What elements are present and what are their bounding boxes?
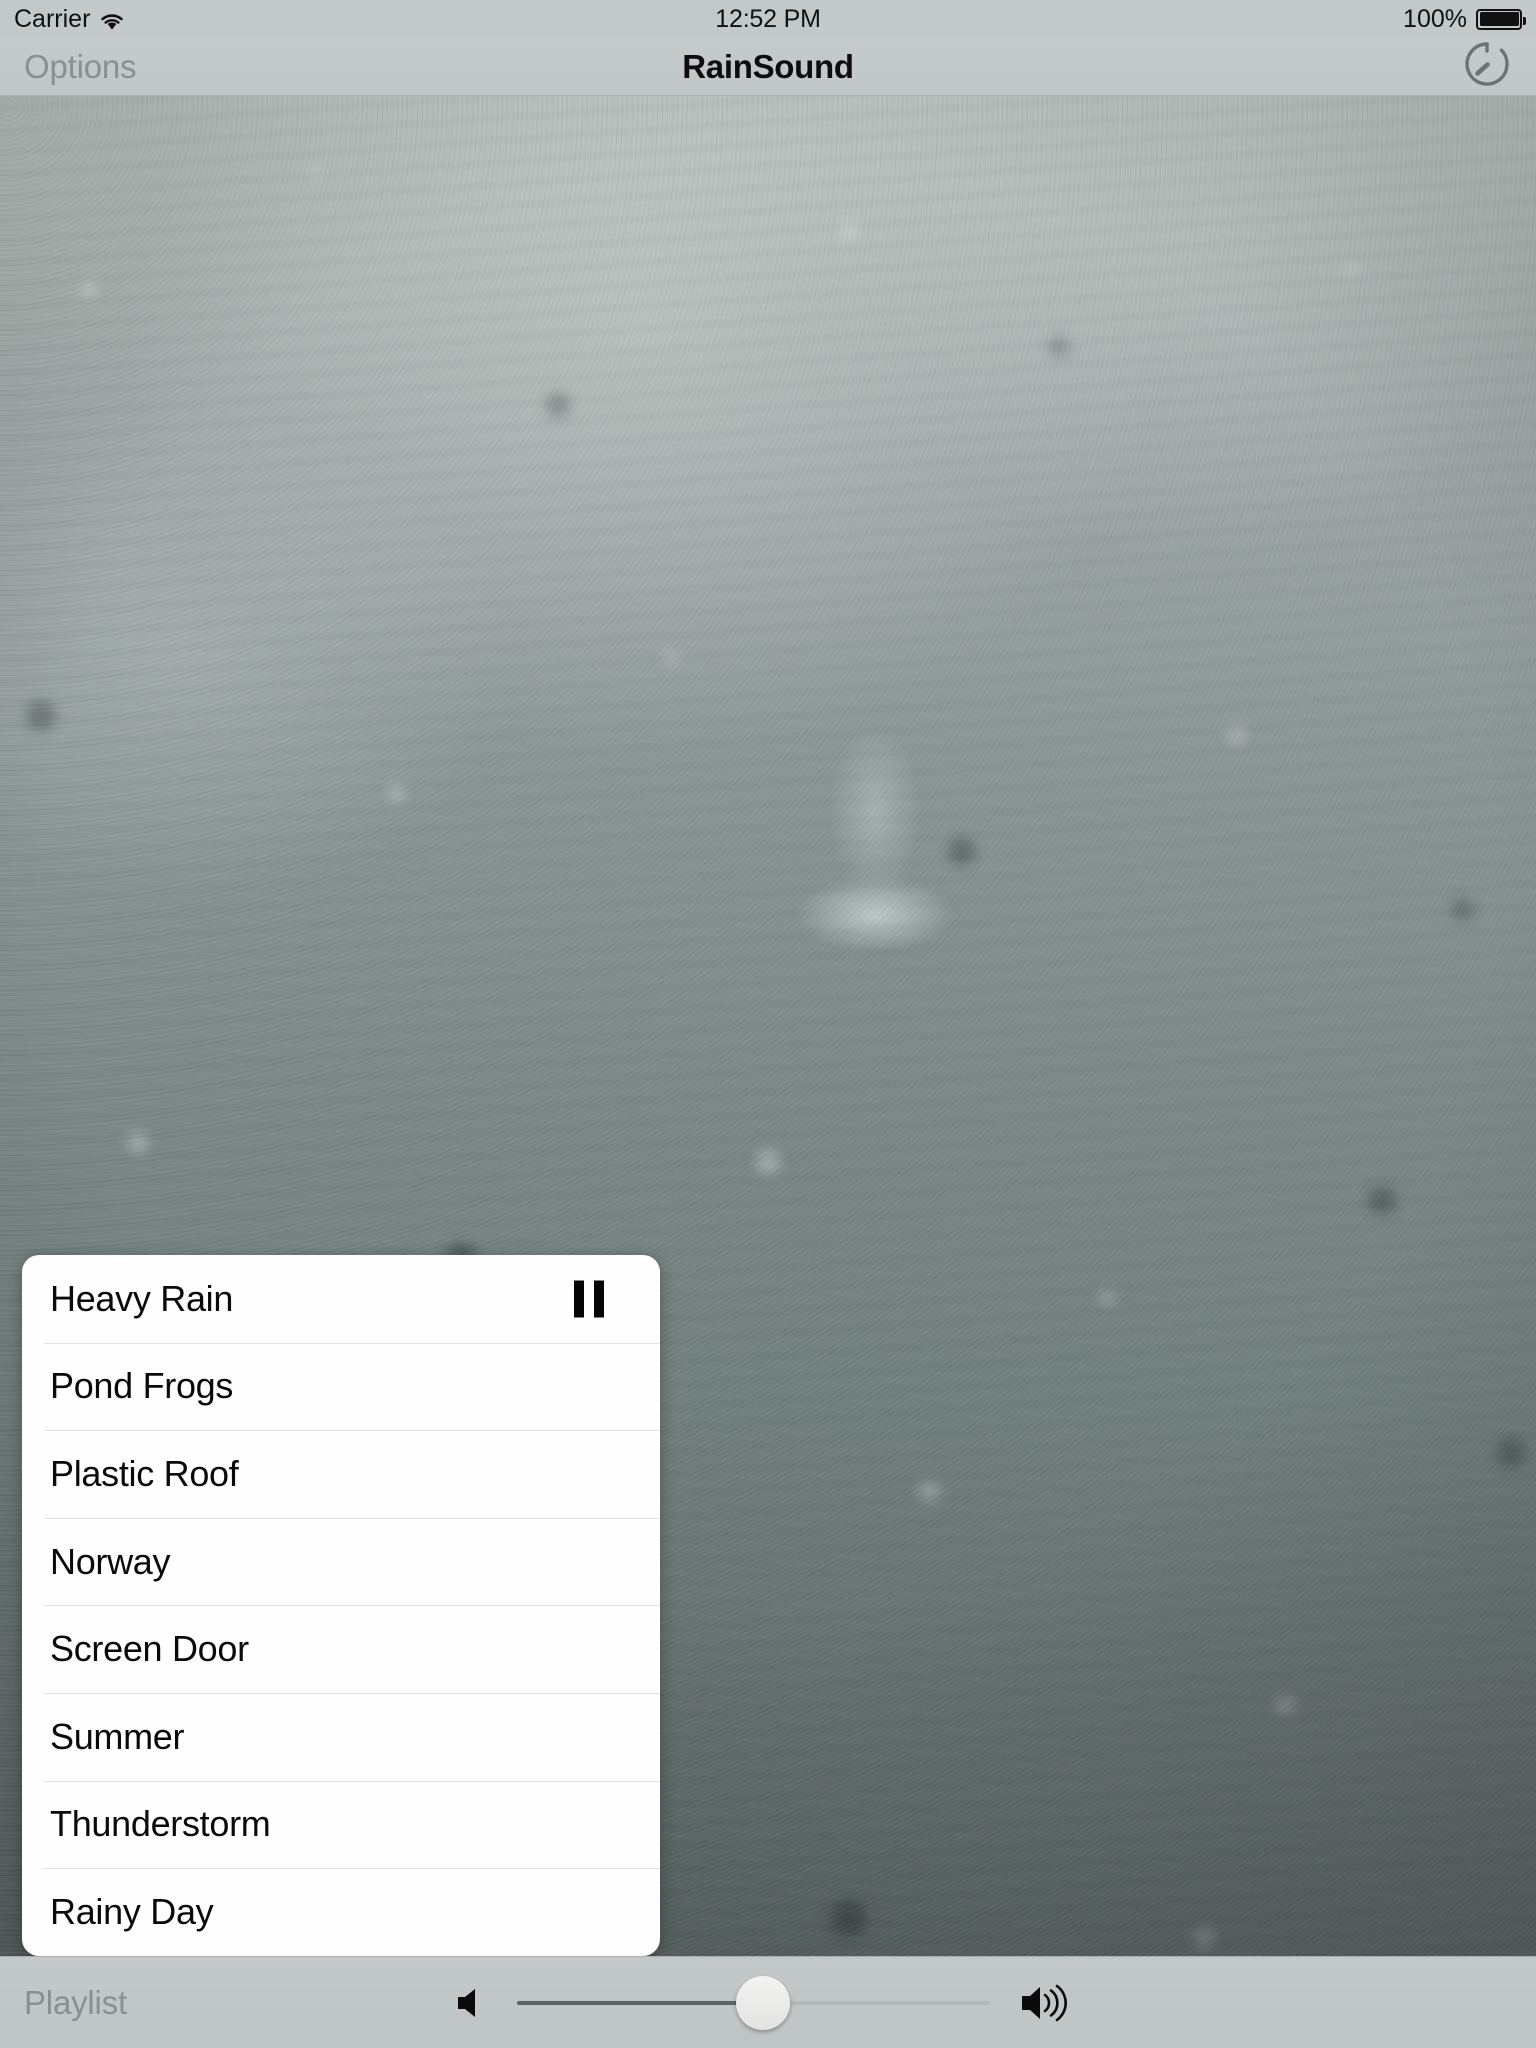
bottom-toolbar: Playlist [0,1956,1536,2048]
page-title: RainSound [0,38,1536,95]
playlist-popover: Heavy Rain Pond Frogs Plastic Roof Norwa… [22,1255,660,1956]
timer-button[interactable] [1460,38,1514,95]
pause-icon[interactable] [574,1280,604,1318]
list-item[interactable]: Heavy Rain [22,1255,660,1343]
status-bar: Carrier 12:52 PM 100% [0,0,1536,38]
page-title-label: RainSound [682,47,854,85]
list-item[interactable]: Thunderstorm [22,1780,660,1869]
list-item-label: Summer [50,1715,185,1757]
clock-label: 12:52 PM [715,4,821,33]
list-item-label: Thunderstorm [50,1803,271,1845]
app-screen: Carrier 12:52 PM 100% Options RainSound … [0,0,1536,2048]
battery-full-icon [1476,8,1526,30]
list-item-label: Plastic Roof [50,1452,239,1494]
list-item[interactable]: Plastic Roof [22,1430,660,1518]
list-item-label: Heavy Rain [50,1277,234,1319]
status-bar-center: 12:52 PM [0,0,1536,38]
volume-slider-fill [517,2000,763,2005]
list-item[interactable]: Rainy Day [22,1868,660,1956]
volume-high-icon[interactable] [1018,1984,1080,2021]
status-bar-right: 100% [1403,0,1526,38]
list-item[interactable]: Pond Frogs [22,1342,660,1431]
list-item-label: Pond Frogs [50,1365,234,1407]
playlist-button-label: Playlist [24,1983,127,2021]
volume-slider-track[interactable] [517,1975,990,2030]
volume-mute-icon[interactable] [455,1985,489,2021]
list-item[interactable]: Norway [22,1517,660,1606]
timer-icon [1460,37,1514,96]
list-item-label: Norway [50,1540,171,1582]
list-item[interactable]: Summer [22,1692,660,1781]
list-item-label: Screen Door [50,1628,249,1670]
battery-percent-label: 100% [1403,4,1467,33]
playlist-button[interactable]: Playlist [24,1957,127,2048]
volume-slider-thumb[interactable] [735,1975,790,2030]
navigation-bar: Options RainSound [0,38,1536,96]
volume-control [455,1957,1080,2048]
list-item[interactable]: Screen Door [22,1605,660,1693]
list-item-label: Rainy Day [50,1890,214,1932]
